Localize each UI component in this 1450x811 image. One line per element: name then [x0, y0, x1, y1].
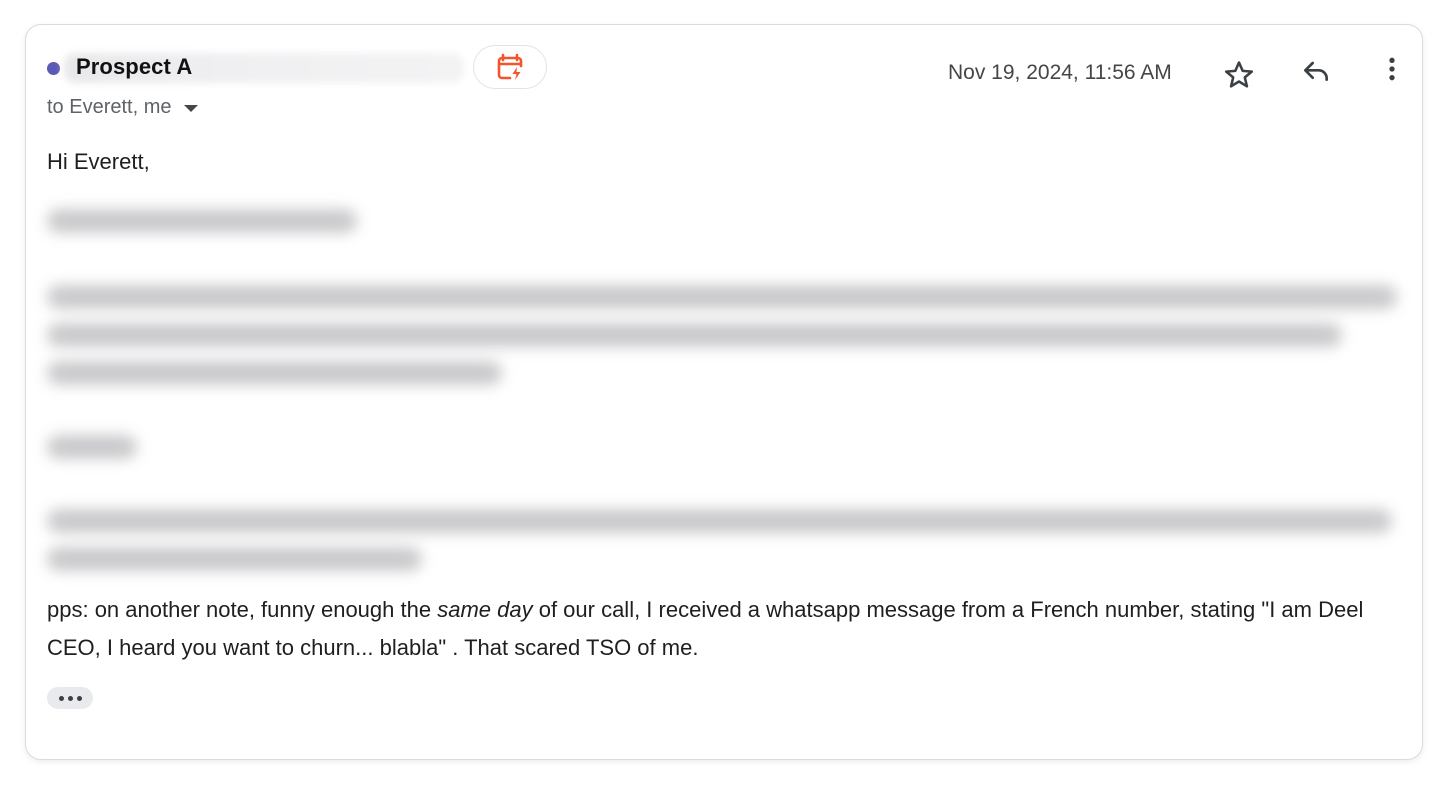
- ellipsis-dot: [58, 695, 64, 701]
- recipients-toggle[interactable]: to Everett, me: [47, 94, 198, 120]
- sender-name[interactable]: Prospect A: [76, 53, 192, 81]
- pps-emphasis: same day: [437, 597, 533, 622]
- more-vert-icon: [1389, 57, 1395, 81]
- reply-button[interactable]: [1296, 51, 1336, 91]
- redacted-text: [47, 509, 1392, 533]
- chevron-down-icon: [183, 104, 198, 112]
- star-icon: [1224, 61, 1254, 88]
- redacted-text: [47, 285, 1397, 309]
- show-trimmed-content-button[interactable]: [47, 687, 93, 709]
- calendar-bolt-icon: [497, 53, 523, 80]
- ellipsis-dot: [76, 695, 82, 701]
- redacted-text: [47, 209, 357, 233]
- redacted-text: [47, 323, 1342, 347]
- redacted-text: [47, 361, 502, 385]
- email-message-card: Prospect A to Everett, me Nov 19, 2024, …: [25, 24, 1423, 760]
- email-greeting: Hi Everett,: [47, 149, 150, 174]
- ellipsis-dot: [67, 695, 73, 701]
- recipients-label: to Everett, me: [47, 96, 172, 118]
- redacted-text: [47, 547, 422, 571]
- email-date: Nov 19, 2024, 11:56 AM: [948, 61, 1172, 84]
- star-button[interactable]: [1219, 55, 1259, 95]
- unread-indicator: [47, 62, 60, 75]
- email-header: Prospect A to Everett, me Nov 19, 2024, …: [26, 25, 1422, 125]
- reply-icon: [1304, 61, 1328, 81]
- pps-text-start: pps: on another note, funny enough the: [47, 597, 438, 622]
- calendar-quick-action-button[interactable]: [473, 45, 547, 89]
- redacted-text: [47, 435, 137, 459]
- email-pps-paragraph: pps: on another note, funny enough the s…: [47, 591, 1397, 667]
- more-options-button[interactable]: [1372, 49, 1412, 89]
